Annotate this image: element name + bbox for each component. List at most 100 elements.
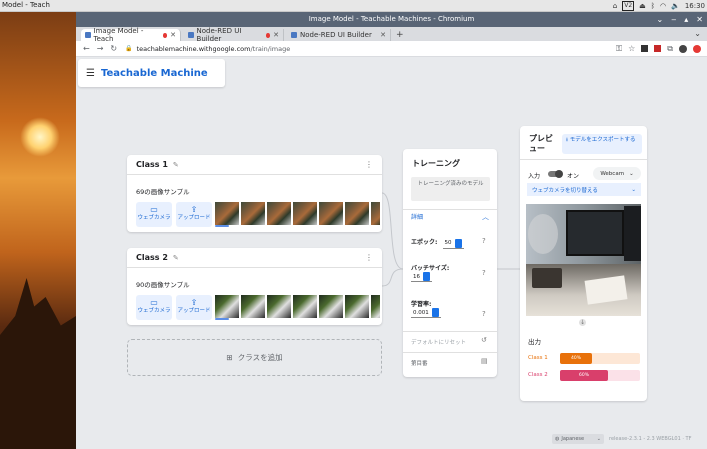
chevron-up-icon: ︿: [482, 212, 489, 221]
reload-icon[interactable]: ↻: [110, 44, 117, 53]
sample-thumbnail[interactable]: [293, 202, 317, 225]
thumbnail-scroll-indicator[interactable]: [215, 225, 229, 227]
profile-avatar[interactable]: [679, 44, 687, 53]
history-icon[interactable]: ↺: [481, 336, 487, 344]
cam-scene-chair: [528, 214, 558, 254]
upload-button[interactable]: ⇪ アップロード: [176, 202, 212, 227]
class-card-1: Class 1 ✎ ⋮ 69の画像サンプル ▭ ウェブカメラ ⇪ アップロード: [127, 155, 382, 232]
input-source-select[interactable]: Webcam ⌄: [593, 167, 641, 180]
globe-icon: ◍: [555, 436, 560, 442]
home-icon[interactable]: ⌂: [613, 2, 617, 10]
update-icon[interactable]: [693, 44, 701, 53]
help-icon[interactable]: ?: [482, 269, 486, 277]
brand-title[interactable]: Teachable Machine: [101, 68, 208, 79]
sample-thumbnail[interactable]: [215, 295, 239, 318]
menu-icon[interactable]: ☰: [86, 68, 95, 79]
extension-record-icon[interactable]: [654, 45, 662, 52]
tab-node-red-2[interactable]: Node-RED UI Builder ✕: [287, 29, 391, 41]
output-class-2-bar: 60%: [560, 370, 640, 381]
input-label: 入力: [528, 173, 541, 180]
epochs-stepper[interactable]: [454, 238, 462, 248]
webcam-button-label: ウェブカメラ: [137, 215, 171, 221]
taskbar-window-title[interactable]: Model - Teach: [2, 1, 50, 9]
chevron-down-icon: ⌄: [631, 186, 636, 193]
minimize-icon[interactable]: ‒: [671, 12, 676, 27]
thumbnail-scroll-indicator[interactable]: [215, 318, 229, 320]
sample-thumbnail[interactable]: [267, 295, 291, 318]
batch-size-field: バッチサイズ: 16: [411, 263, 449, 282]
wifi-icon[interactable]: ◠: [660, 2, 666, 10]
chart-icon[interactable]: ▤: [481, 357, 488, 365]
epochs-value: 50: [444, 240, 452, 246]
chevron-down-icon: ⌄: [629, 170, 634, 177]
tab-search-icon[interactable]: ⌄: [694, 29, 701, 38]
sample-thumbnail[interactable]: [371, 202, 380, 225]
sample-thumbnail[interactable]: [345, 202, 369, 225]
reset-defaults-button[interactable]: デフォルトにリセット: [411, 338, 466, 346]
input-toggle[interactable]: [548, 170, 563, 178]
epochs-label: エポック:: [411, 239, 438, 246]
help-icon[interactable]: ?: [482, 237, 486, 245]
close-icon[interactable]: ✕: [696, 12, 703, 27]
class-card-header: Class 2 ✎ ⋮: [127, 248, 382, 268]
pencil-icon[interactable]: ✎: [173, 161, 179, 169]
switch-camera-select[interactable]: ウェブカメラを切り替える ⌄: [527, 183, 641, 196]
input-source-value: Webcam: [600, 170, 625, 177]
help-icon[interactable]: ?: [482, 310, 486, 318]
advanced-toggle[interactable]: 詳細 ︿: [403, 209, 497, 223]
extension-icon[interactable]: [641, 45, 649, 52]
sample-thumbnail[interactable]: [319, 295, 343, 318]
address-bar[interactable]: 🔒 teachablemachine.withgoogle.com/train/…: [125, 45, 605, 53]
upload-button[interactable]: ⇪ アップロード: [176, 295, 212, 320]
close-tab-icon[interactable]: ✕: [380, 31, 386, 39]
forward-icon[interactable]: →: [97, 44, 104, 53]
tab-image-model[interactable]: Image Model - Teach ✕: [81, 27, 181, 43]
sample-thumbnail[interactable]: [267, 202, 291, 225]
upload-icon: ⇪: [190, 205, 198, 214]
tab-favicon-icon: [291, 32, 297, 38]
back-icon[interactable]: ←: [83, 44, 90, 53]
train-model-button[interactable]: トレーニング済みのモデル: [411, 177, 490, 201]
pencil-icon[interactable]: ✎: [173, 254, 179, 262]
add-class-button[interactable]: ⊞ クラスを追加: [127, 339, 382, 376]
tab-node-red-1[interactable]: Node-RED UI Builder ✕: [184, 27, 284, 43]
vnc-icon[interactable]: V2: [622, 1, 635, 11]
close-tab-icon[interactable]: ✕: [170, 31, 176, 39]
chevron-down-icon[interactable]: ⌄: [656, 12, 663, 27]
learning-rate-input[interactable]: 0.001: [411, 308, 441, 318]
docs-link[interactable]: 第目番: [411, 359, 428, 367]
sample-thumbnail[interactable]: [371, 295, 380, 318]
close-tab-icon[interactable]: ✕: [273, 31, 279, 39]
star-icon[interactable]: ☆: [628, 44, 635, 53]
new-tab-button[interactable]: +: [396, 30, 404, 40]
sample-thumbnail[interactable]: [293, 295, 317, 318]
learning-rate-stepper[interactable]: [431, 308, 439, 317]
volume-icon[interactable]: 🔈: [671, 2, 680, 10]
puzzle-icon[interactable]: ⧉: [667, 44, 673, 54]
class-name[interactable]: Class 1: [136, 160, 168, 169]
eject-icon[interactable]: ⏏: [639, 2, 646, 10]
sample-thumbnail[interactable]: [319, 202, 343, 225]
add-box-icon: ⊞: [226, 353, 233, 362]
lock-icon[interactable]: 🔒: [125, 45, 132, 52]
sample-thumbnail[interactable]: [241, 202, 265, 225]
more-vert-icon[interactable]: ⋮: [365, 160, 373, 169]
sample-thumbnail[interactable]: [215, 202, 239, 225]
key-icon[interactable]: ⚿: [616, 44, 622, 54]
recording-icon: [162, 32, 168, 38]
epochs-input[interactable]: 50: [442, 238, 464, 249]
chevron-down-icon: ⌄: [596, 436, 601, 442]
webcam-button[interactable]: ▭ ウェブカメラ: [136, 202, 172, 227]
webcam-button[interactable]: ▭ ウェブカメラ: [136, 295, 172, 320]
more-vert-icon[interactable]: ⋮: [365, 253, 373, 262]
clock[interactable]: 16:30: [685, 2, 705, 10]
maximize-icon[interactable]: ▴: [684, 12, 688, 27]
batch-size-select[interactable]: 16: [411, 272, 432, 282]
export-model-button[interactable]: ⭳ モデルをエクスポートする: [562, 134, 642, 154]
language-select[interactable]: ◍ Japanese ⌄: [552, 434, 604, 444]
batch-size-dropdown[interactable]: [423, 272, 430, 281]
sample-thumbnail[interactable]: [345, 295, 369, 318]
bluetooth-icon[interactable]: ᛒ: [651, 2, 655, 10]
sample-thumbnail[interactable]: [241, 295, 265, 318]
class-name[interactable]: Class 2: [136, 253, 168, 262]
